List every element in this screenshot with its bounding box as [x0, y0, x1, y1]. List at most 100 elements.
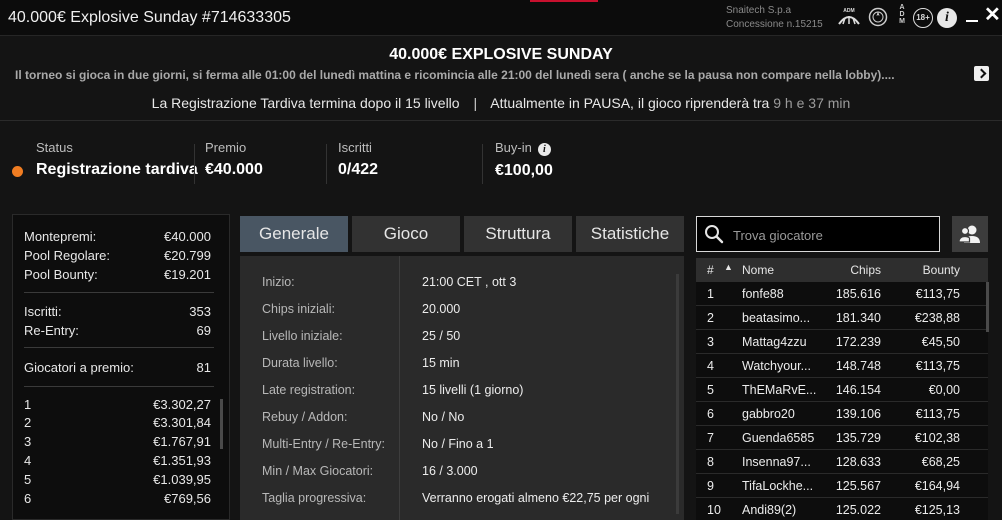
payouts-scrollbar[interactable] [220, 399, 223, 449]
detail-value: 21:00 CET , ott 3 [422, 275, 517, 289]
search-input[interactable] [733, 225, 933, 245]
minimize-button[interactable] [965, 6, 979, 28]
users-icon [958, 225, 980, 243]
status-label: Status [36, 140, 73, 155]
player-row[interactable]: 1 fonfe88 185.616 €113,75 [696, 282, 988, 306]
player-row[interactable]: 7 Guenda6585 135.729 €102,38 [696, 426, 988, 450]
payout-amount: €1.039,95 [153, 472, 211, 487]
detail-label: Taglia progressiva: [262, 491, 367, 505]
friends-button[interactable] [952, 216, 988, 252]
status-divider [482, 144, 483, 184]
player-chips: 146.154 [835, 383, 881, 397]
detail-row: Min / Max Giocatori: 16 / 3.000 [240, 464, 680, 484]
operator-license: Concessione n.15215 [726, 19, 823, 30]
detail-label: Rebuy / Addon: [262, 410, 348, 424]
player-bounty: €0,00 [928, 383, 960, 397]
entries-row-label: Iscritti: [24, 304, 62, 319]
payout-amount: €3.301,84 [153, 415, 211, 430]
player-row[interactable]: 3 Mattag4zzu 172.239 €45,50 [696, 330, 988, 354]
detail-label: Inizio: [262, 275, 295, 289]
buyin-label-row: Buy-in i [495, 140, 553, 156]
details-scrollbar[interactable] [676, 274, 679, 514]
buyin-value: €100,00 [495, 162, 553, 179]
player-bounty: €125,13 [914, 503, 960, 517]
late-registration-info: La Registrazione Tardiva termina dopo il… [0, 95, 1002, 111]
player-row[interactable]: 9 TifaLockhe... 125.567 €164,94 [696, 474, 988, 498]
player-bounty: €68,25 [921, 455, 960, 469]
detail-row: Inizio: 21:00 CET , ott 3 [240, 275, 680, 295]
tab-gioco[interactable]: Gioco [352, 216, 460, 252]
tab-generale[interactable]: Generale [240, 216, 348, 252]
buyin-info-icon[interactable]: i [537, 143, 551, 156]
player-chips: 128.633 [835, 455, 881, 469]
players-table: # ▲ Nome Chips Bounty 1 fonfe88 185.616 €11… [696, 258, 988, 520]
header-separator: | [473, 95, 478, 111]
player-bounty: €102,38 [914, 431, 960, 445]
player-row[interactable]: 6 gabbro20 139.106 €113,75 [696, 402, 988, 426]
player-name: ThEMaRvE... [742, 383, 817, 397]
rank-column-header[interactable]: # [707, 263, 714, 277]
search-icon [705, 225, 724, 244]
player-row[interactable]: 8 Insenna97... 128.633 €68,25 [696, 450, 988, 474]
player-name: Mattag4zzu [742, 335, 807, 349]
entries-block: Iscritti 0/422 [338, 140, 378, 179]
payout-row: 6 €769,56 [24, 491, 211, 507]
payout-amount: €3.302,27 [153, 397, 211, 412]
status-dot-icon [12, 166, 23, 177]
detail-value: 25 / 50 [422, 329, 461, 343]
prize-block: Premio €40.000 [205, 140, 263, 179]
tab-struttura[interactable]: Struttura [464, 216, 572, 252]
player-name: beatasimo... [742, 311, 811, 325]
payout-place: 1 [24, 397, 32, 412]
prize-summary-row: Montepremi: €40.000 [24, 229, 211, 245]
players-table-header: # ▲ Nome Chips Bounty [696, 258, 988, 282]
player-name: gabbro20 [742, 407, 795, 421]
payout-place: 6 [24, 491, 32, 506]
detail-row: Late registration: 15 livelli (1 giorno) [240, 383, 680, 403]
detail-label: Durata livello: [262, 356, 338, 370]
resume-time: 9 h e 37 min [773, 95, 851, 111]
entries-row-label: Re-Entry: [24, 323, 79, 338]
player-search-box[interactable] [696, 216, 940, 252]
entries-label: Iscritti [338, 140, 372, 155]
name-column-header[interactable]: Nome [742, 263, 774, 277]
paid-players-row: Giocatori a premio: 81 [24, 360, 211, 376]
players-scrollbar[interactable] [986, 282, 989, 332]
detail-value: 15 livelli (1 giorno) [422, 383, 524, 397]
player-name: Guenda6585 [742, 431, 815, 445]
prize-summary-label: Pool Regolare: [24, 248, 110, 263]
player-row[interactable]: 5 ThEMaRvE... 146.154 €0,00 [696, 378, 988, 402]
prize-summary-value: €40.000 [164, 229, 211, 244]
sort-ascending-icon[interactable]: ▲ [724, 262, 733, 272]
payout-amount: €1.767,91 [153, 434, 211, 449]
chips-column-header[interactable]: Chips [850, 263, 881, 277]
operator-name: Snaitech S.p.a [726, 5, 792, 16]
title-bar: 40.000€ Explosive Sunday #714633305 Snai… [0, 0, 1002, 36]
player-row[interactable]: 2 beatasimo... 181.340 €238,88 [696, 306, 988, 330]
player-rank: 2 [707, 311, 714, 325]
entries-row-value: 353 [189, 304, 211, 319]
tab-statistiche[interactable]: Statistiche [576, 216, 684, 252]
general-details-panel: Inizio: 21:00 CET , ott 3 Chips iniziali… [240, 256, 684, 520]
status-value: Registrazione tardiva [36, 161, 198, 178]
detail-label: Livello iniziale: [262, 329, 343, 343]
player-row[interactable]: 4 Watchyour... 148.748 €113,75 [696, 354, 988, 378]
prize-pool-panel: Montepremi: €40.000 Pool Regolare: €20.7… [12, 214, 230, 520]
player-chips: 125.567 [835, 479, 881, 493]
detail-label: Min / Max Giocatori: [262, 464, 374, 478]
player-bounty: €164,94 [914, 479, 960, 493]
expand-description-button[interactable] [974, 66, 989, 81]
player-bounty: €45,50 [921, 335, 960, 349]
info-icon[interactable]: i [937, 8, 957, 28]
detail-row: Durata livello: 15 min [240, 356, 680, 376]
adm-logo-icon: ADM [836, 6, 862, 28]
bounty-column-header[interactable]: Bounty [923, 263, 960, 277]
close-button[interactable]: ✕ [984, 4, 1001, 26]
player-row[interactable]: 10 Andi89(2) 125.022 €125,13 [696, 498, 988, 520]
payout-place: 3 [24, 434, 32, 449]
player-rank: 1 [707, 287, 714, 301]
detail-label: Late registration: [262, 383, 356, 397]
detail-value: No / Fino a 1 [422, 437, 494, 451]
age-18-badge-icon: 18+ [913, 8, 933, 28]
status-divider [326, 144, 327, 184]
